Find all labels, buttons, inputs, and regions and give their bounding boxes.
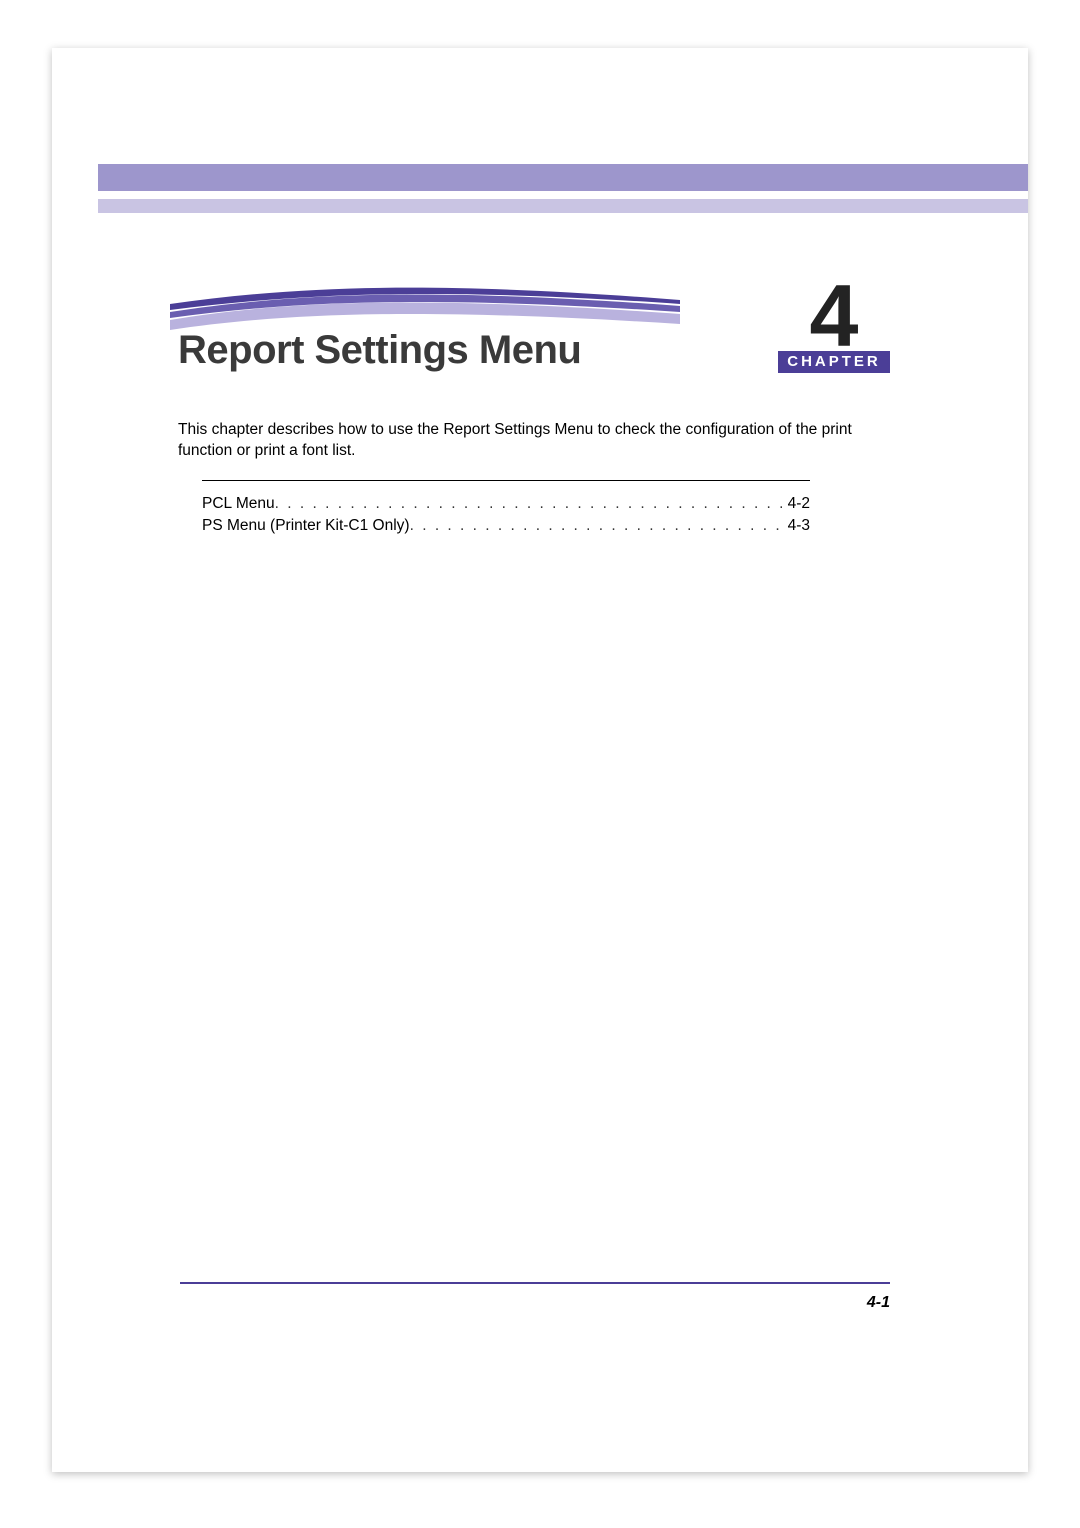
page-number: 4-1 <box>867 1294 890 1312</box>
toc-page: 4-2 <box>788 493 810 515</box>
header-bars <box>98 164 1028 213</box>
chapter-title: Report Settings Menu <box>178 328 581 373</box>
header-bar-bottom <box>98 199 1028 213</box>
toc-rule <box>202 480 810 481</box>
toc-dots <box>275 493 788 515</box>
toc-row: PS Menu (Printer Kit-C1 Only) 4-3 <box>202 515 810 537</box>
chapter-title-wrap: Report Settings Menu <box>178 278 778 373</box>
swoosh-icon <box>170 278 680 334</box>
toc-row: PCL Menu 4-2 <box>202 493 810 515</box>
toc: PCL Menu 4-2 PS Menu (Printer Kit-C1 Onl… <box>202 480 810 538</box>
header-bar-top <box>98 164 1028 191</box>
toc-label: PCL Menu <box>202 493 275 515</box>
toc-dots <box>410 515 788 537</box>
footer-rule <box>180 1282 890 1284</box>
page: Report Settings Menu 4 CHAPTER This chap… <box>52 48 1028 1472</box>
chapter-number-block: 4 CHAPTER <box>778 283 890 373</box>
chapter-number: 4 <box>778 283 890 349</box>
chapter-label: CHAPTER <box>778 351 890 373</box>
chapter-heading: Report Settings Menu 4 CHAPTER <box>178 278 890 373</box>
toc-label: PS Menu (Printer Kit-C1 Only) <box>202 515 410 537</box>
toc-page: 4-3 <box>788 515 810 537</box>
chapter-intro: This chapter describes how to use the Re… <box>178 420 890 462</box>
